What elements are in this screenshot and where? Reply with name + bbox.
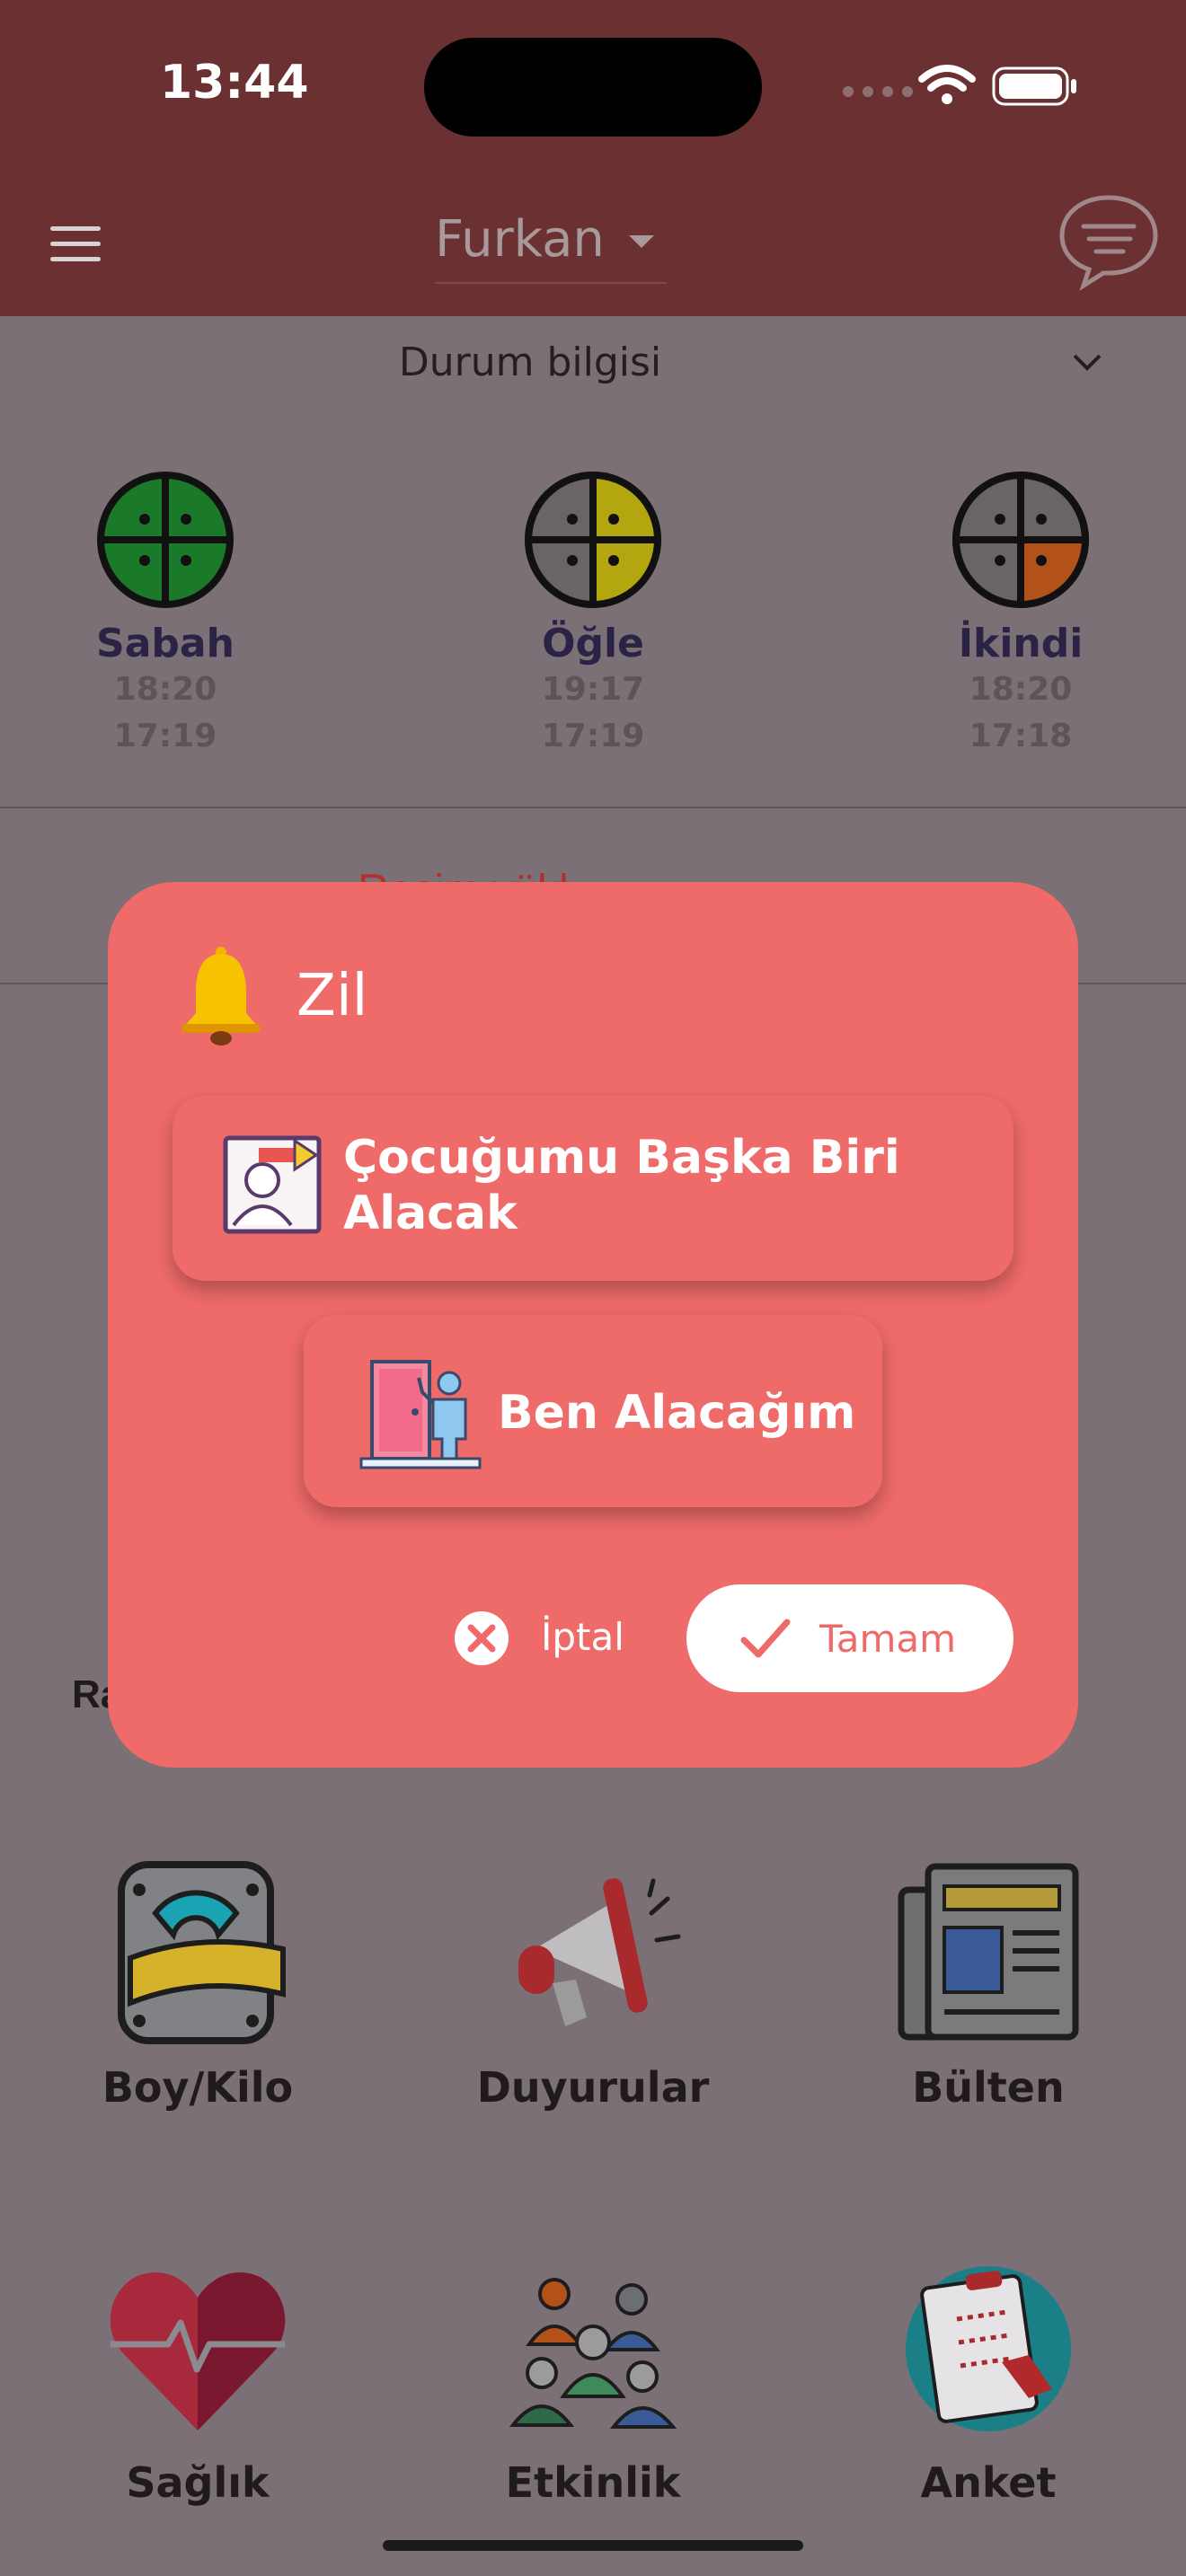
- tile-etkinlik[interactable]: Etkinlik: [458, 2254, 728, 2507]
- hamburger-menu-icon[interactable]: [50, 226, 101, 262]
- period-pie-icon: [952, 472, 1089, 608]
- status-time: 13:44: [160, 56, 309, 110]
- period-time-2: 17:18: [969, 718, 1073, 754]
- option-label: Ben Alacağım: [498, 1386, 856, 1440]
- weight-scale-icon: [118, 1861, 286, 2044]
- period-pie-icon: [525, 472, 661, 608]
- wifi-icon: [918, 65, 976, 104]
- tile-duyurular[interactable]: Duyurular: [458, 1859, 728, 2112]
- ok-button[interactable]: Tamam: [686, 1584, 1013, 1692]
- check-icon: [740, 1619, 791, 1658]
- ok-label: Tamam: [819, 1617, 957, 1661]
- period-name: Sabah: [96, 621, 235, 666]
- tile-label: Sağlık: [126, 2458, 270, 2507]
- someone-else-pickup-button[interactable]: Çocuğumu Başka Biri Alacak: [173, 1096, 1013, 1281]
- battery-icon: [992, 66, 1076, 106]
- period-pie-icon: [97, 472, 234, 608]
- tile-saglik[interactable]: Sağlık: [63, 2254, 332, 2507]
- tile-bulten[interactable]: Bülten: [854, 1859, 1123, 2112]
- person-pickup-icon: [223, 1135, 322, 1234]
- option-label: Çocuğumu Başka Biri Alacak: [343, 1131, 900, 1240]
- child-name: Furkan: [435, 210, 605, 269]
- period-time-1: 19:17: [541, 671, 645, 708]
- group-people-icon: [509, 2278, 677, 2429]
- period-noon: Öğle 19:17 17:19: [485, 471, 701, 760]
- chevron-down-icon: [629, 235, 654, 248]
- heart-pulse-icon: [110, 2272, 286, 2430]
- period-time-1: 18:20: [969, 671, 1073, 708]
- bell-icon: [181, 947, 261, 1045]
- newspaper-icon: [898, 1863, 1079, 2041]
- pickup-myself-button[interactable]: Ben Alacağım: [304, 1315, 882, 1507]
- tile-boy-kilo[interactable]: Boy/Kilo: [63, 1859, 332, 2112]
- period-morning: Sabah 18:20 17:19: [58, 471, 273, 760]
- period-time-2: 17:19: [541, 718, 645, 754]
- divider: [0, 807, 1186, 808]
- chevron-down-icon[interactable]: [1071, 347, 1103, 379]
- home-indicator: [383, 2540, 803, 2551]
- dialog-title: Zil: [296, 963, 368, 1029]
- door-person-icon: [359, 1360, 482, 1469]
- close-circle-icon: [455, 1611, 509, 1665]
- tile-label: Anket: [920, 2458, 1057, 2507]
- status-section-title[interactable]: Durum bilgisi: [0, 340, 1060, 385]
- period-time-2: 17:19: [113, 718, 217, 754]
- dynamic-island: [424, 38, 762, 137]
- period-afternoon: İkindi 18:20 17:18: [913, 471, 1128, 760]
- signal-icon: [843, 86, 913, 97]
- tile-label: Boy/Kilo: [102, 2063, 294, 2112]
- tile-label: Duyurular: [476, 2063, 710, 2112]
- period-name: Öğle: [542, 621, 644, 666]
- tile-anket[interactable]: Anket: [854, 2254, 1123, 2507]
- child-selector[interactable]: Furkan: [435, 210, 667, 284]
- tile-label: Bülten: [912, 2063, 1065, 2112]
- megaphone-icon: [518, 1878, 681, 2026]
- chat-bubble-icon[interactable]: [1057, 192, 1161, 291]
- cancel-label: İptal: [541, 1615, 624, 1659]
- tile-label: Etkinlik: [505, 2458, 681, 2507]
- survey-clipboard-icon: [906, 2266, 1071, 2431]
- period-time-1: 18:20: [113, 671, 217, 708]
- period-name: İkindi: [958, 621, 1084, 666]
